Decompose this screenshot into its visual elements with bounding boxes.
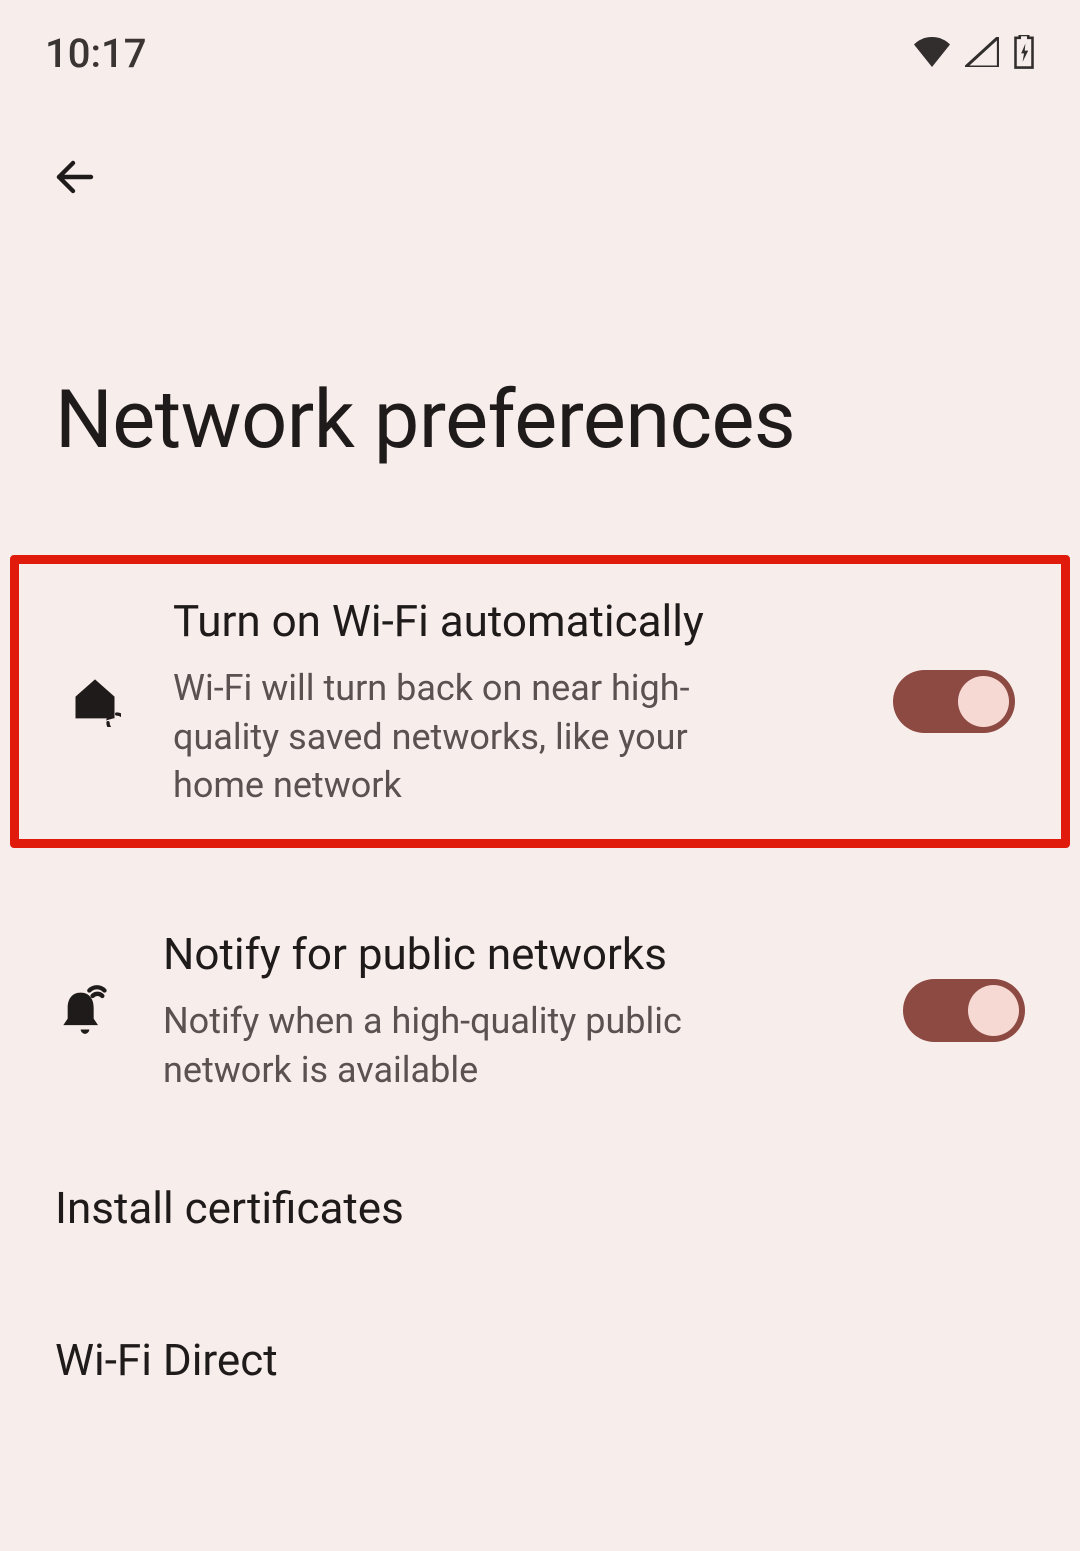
wifi-icon: [913, 37, 951, 71]
setting-title: Notify for public networks: [163, 926, 873, 983]
setting-title: Install certificates: [55, 1182, 1025, 1234]
bell-wifi-icon: [55, 984, 115, 1036]
toggle-notify-public[interactable]: [903, 979, 1025, 1042]
battery-icon: [1013, 35, 1035, 73]
back-button[interactable]: [40, 142, 110, 212]
setting-notify-public[interactable]: Notify for public networks Notify when a…: [0, 888, 1080, 1132]
status-icons: [913, 35, 1035, 73]
status-bar: 10:17: [0, 0, 1080, 97]
page-title: Network preferences: [55, 372, 1080, 467]
setting-title: Turn on Wi-Fi automatically: [173, 593, 863, 650]
setting-subtitle: Wi-Fi will turn back on near high-qualit…: [173, 664, 713, 810]
setting-subtitle: Notify when a high-quality public networ…: [163, 997, 703, 1094]
setting-auto-wifi[interactable]: Turn on Wi-Fi automatically Wi-Fi will t…: [10, 555, 1070, 848]
setting-text: Turn on Wi-Fi automatically Wi-Fi will t…: [173, 593, 893, 810]
setting-install-certs[interactable]: Install certificates: [0, 1132, 1080, 1284]
setting-wifi-direct[interactable]: Wi-Fi Direct: [0, 1284, 1080, 1436]
setting-text: Notify for public networks Notify when a…: [163, 926, 903, 1094]
settings-list: Turn on Wi-Fi automatically Wi-Fi will t…: [0, 555, 1080, 1436]
home-sync-icon: [65, 675, 125, 727]
cellular-icon: [965, 37, 999, 71]
status-time: 10:17: [45, 30, 146, 77]
setting-title: Wi-Fi Direct: [55, 1334, 1025, 1386]
toggle-auto-wifi[interactable]: [893, 670, 1015, 733]
